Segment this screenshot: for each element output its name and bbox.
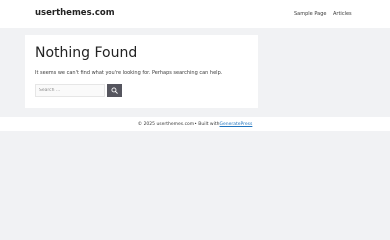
search-button[interactable] <box>107 84 122 97</box>
page-title: Nothing Found <box>35 45 138 61</box>
nav-item-sample-page[interactable]: Sample Page <box>294 11 326 17</box>
footer-builder-link[interactable]: GeneratePress <box>219 122 252 127</box>
not-found-message: It seems we can't find what you're looki… <box>35 70 223 76</box>
nav-item-articles[interactable]: Articles <box>333 11 352 17</box>
site-footer: © 2025 userthemes.com • Built with Gener… <box>0 117 390 131</box>
site-title[interactable]: userthemes.com <box>35 8 115 18</box>
site-header: userthemes.com Sample Page Articles <box>0 0 390 28</box>
search-input[interactable] <box>35 84 105 97</box>
content-area: Nothing Found It seems we can't find wha… <box>25 35 258 108</box>
footer-copyright: © 2025 userthemes.com <box>137 121 195 127</box>
search-icon <box>111 87 118 94</box>
footer-separator: • Built with <box>194 121 220 127</box>
